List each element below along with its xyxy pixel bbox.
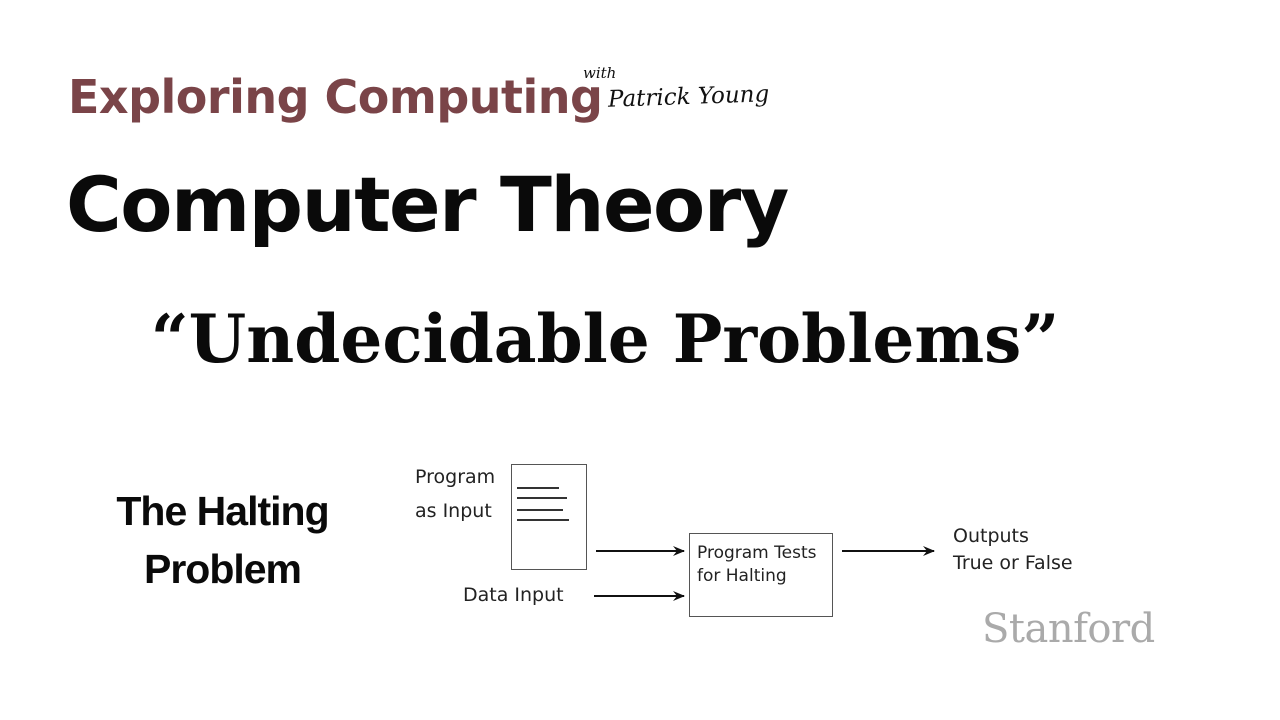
stanford-logo: Stanford (982, 606, 1155, 652)
